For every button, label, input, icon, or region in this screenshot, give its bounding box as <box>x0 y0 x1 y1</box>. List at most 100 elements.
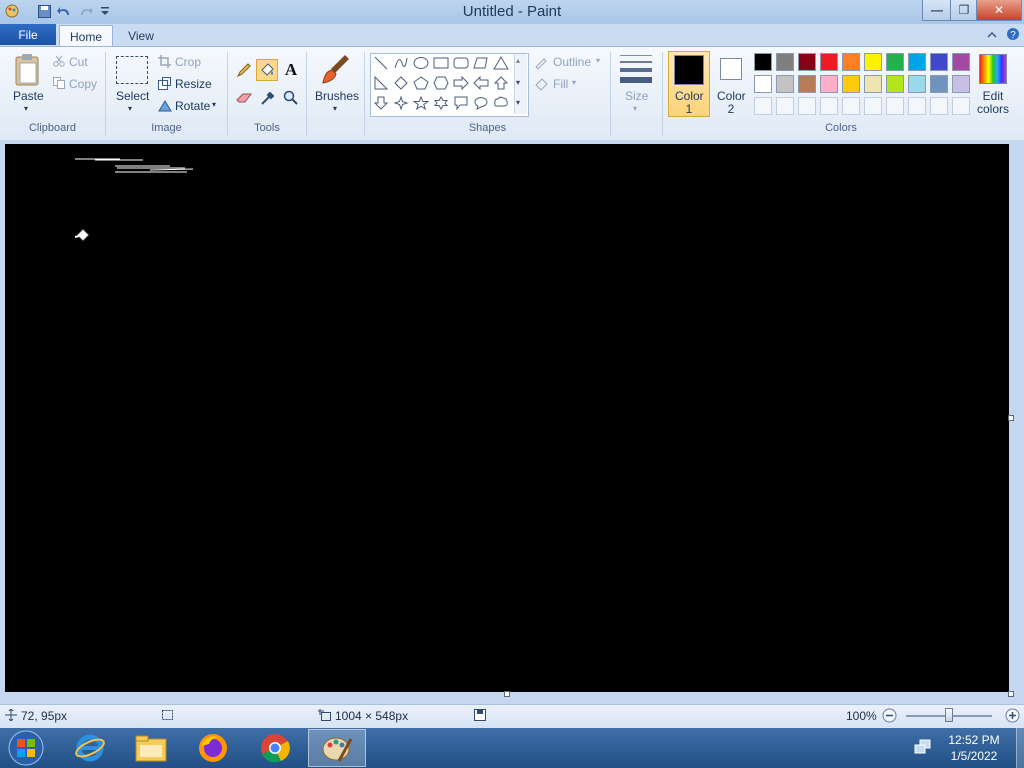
palette-color-swatch[interactable] <box>820 75 838 93</box>
palette-color-swatch[interactable] <box>754 75 772 93</box>
size-icon[interactable] <box>620 55 652 83</box>
shapes-expand-icon[interactable]: ▾ <box>516 98 520 107</box>
text-tool-icon[interactable]: A <box>281 60 301 80</box>
paste-dropdown-icon[interactable]: ▾ <box>24 104 28 113</box>
palette-color-swatch[interactable] <box>886 75 904 93</box>
select-icon[interactable] <box>116 56 148 84</box>
copy-icon[interactable] <box>53 77 65 92</box>
firefox-icon[interactable] <box>186 729 240 767</box>
custom-color-slot[interactable] <box>886 97 904 115</box>
close-button[interactable]: ✕ <box>976 0 1022 21</box>
select-button[interactable]: Select <box>116 89 149 103</box>
outline-dropdown-icon[interactable]: ▾ <box>596 56 600 65</box>
right-arrow-shape-icon[interactable] <box>452 74 470 92</box>
zoom-in-button[interactable] <box>1005 708 1020 726</box>
fill-dropdown-icon[interactable]: ▾ <box>572 78 576 87</box>
curve-shape-icon[interactable] <box>392 54 410 72</box>
chrome-icon[interactable] <box>248 729 302 767</box>
color2-swatch[interactable] <box>720 58 742 80</box>
oval-shape-icon[interactable] <box>412 54 430 72</box>
paint-taskbar-button[interactable] <box>308 729 366 767</box>
pentagon-shape-icon[interactable] <box>412 74 430 92</box>
brushes-icon[interactable] <box>318 52 352 88</box>
custom-color-slot[interactable] <box>864 97 882 115</box>
rotate-icon[interactable] <box>158 99 172 115</box>
palette-color-swatch[interactable] <box>864 75 882 93</box>
paste-button[interactable]: Paste <box>13 89 44 103</box>
rotate-button[interactable]: Rotate <box>175 99 210 113</box>
right-triangle-shape-icon[interactable] <box>372 74 390 92</box>
palette-color-swatch[interactable] <box>886 53 904 71</box>
palette-color-swatch[interactable] <box>820 53 838 71</box>
fill-with-color-icon[interactable] <box>256 59 278 81</box>
custom-color-slot[interactable] <box>754 97 772 115</box>
custom-color-slot[interactable] <box>776 97 794 115</box>
palette-color-swatch[interactable] <box>908 53 926 71</box>
rotate-dropdown-icon[interactable]: ▾ <box>212 100 216 109</box>
palette-color-swatch[interactable] <box>798 75 816 93</box>
palette-color-swatch[interactable] <box>864 53 882 71</box>
oval-callout-shape-icon[interactable] <box>472 94 490 112</box>
palette-color-swatch[interactable] <box>930 53 948 71</box>
zoom-out-button[interactable] <box>882 708 897 726</box>
minimize-button[interactable]: — <box>922 0 952 21</box>
cut-icon[interactable] <box>53 55 65 70</box>
paste-icon[interactable] <box>12 52 42 88</box>
maximize-button[interactable]: ❐ <box>950 0 978 21</box>
eraser-icon[interactable] <box>234 88 254 108</box>
down-arrow-shape-icon[interactable] <box>372 94 390 112</box>
minimize-ribbon-icon[interactable] <box>986 29 998 44</box>
brushes-button[interactable]: Brushes <box>315 89 359 103</box>
rectangle-shape-icon[interactable] <box>432 54 450 72</box>
canvas-resize-handle-bottom[interactable] <box>504 691 510 697</box>
rounded-callout-shape-icon[interactable] <box>452 94 470 112</box>
line-shape-icon[interactable] <box>372 54 390 72</box>
shapes-scroll-down-icon[interactable]: ▾ <box>516 78 520 87</box>
size-button[interactable]: Size <box>625 89 648 103</box>
palette-color-swatch[interactable] <box>952 53 970 71</box>
rounded-rectangle-shape-icon[interactable] <box>452 54 470 72</box>
color-picker-icon[interactable] <box>258 88 278 108</box>
brushes-dropdown-icon[interactable]: ▾ <box>333 104 337 113</box>
canvas-resize-handle-right[interactable] <box>1008 415 1014 421</box>
custom-color-slot[interactable] <box>908 97 926 115</box>
hexagon-shape-icon[interactable] <box>432 74 450 92</box>
help-icon[interactable]: ? <box>1006 27 1020 44</box>
canvas-resize-handle-corner[interactable] <box>1008 691 1014 697</box>
color1-swatch[interactable] <box>674 55 704 85</box>
edit-colors-icon[interactable] <box>979 54 1007 84</box>
custom-color-slot[interactable] <box>798 97 816 115</box>
magnifier-icon[interactable] <box>281 88 301 108</box>
six-point-star-shape-icon[interactable] <box>432 94 450 112</box>
five-point-star-shape-icon[interactable] <box>412 94 430 112</box>
palette-color-swatch[interactable] <box>754 53 772 71</box>
custom-color-slot[interactable] <box>930 97 948 115</box>
shapes-scroll-up-icon[interactable]: ▴ <box>516 56 520 65</box>
resize-button[interactable]: Resize <box>175 77 212 91</box>
custom-color-slot[interactable] <box>820 97 838 115</box>
palette-color-swatch[interactable] <box>842 53 860 71</box>
fill-button[interactable]: Fill <box>553 77 568 91</box>
resize-icon[interactable] <box>158 77 171 93</box>
tab-home[interactable]: Home <box>59 25 113 47</box>
cloud-callout-shape-icon[interactable] <box>492 94 510 112</box>
tab-view[interactable]: View <box>116 25 166 46</box>
palette-color-swatch[interactable] <box>776 75 794 93</box>
pencil-icon[interactable] <box>234 60 254 80</box>
palette-color-swatch[interactable] <box>842 75 860 93</box>
file-explorer-icon[interactable] <box>124 729 178 767</box>
tab-file[interactable]: File <box>0 24 56 45</box>
fill-icon[interactable] <box>534 77 548 94</box>
network-icon[interactable] <box>914 739 932 758</box>
crop-button[interactable]: Crop <box>175 55 201 69</box>
drawing-canvas[interactable] <box>5 144 1009 692</box>
select-dropdown-icon[interactable]: ▾ <box>128 104 132 113</box>
crop-icon[interactable] <box>158 55 171 71</box>
palette-color-swatch[interactable] <box>930 75 948 93</box>
left-arrow-shape-icon[interactable] <box>472 74 490 92</box>
four-point-star-shape-icon[interactable] <box>392 94 410 112</box>
palette-color-swatch[interactable] <box>798 53 816 71</box>
custom-color-slot[interactable] <box>842 97 860 115</box>
triangle-shape-icon[interactable] <box>492 54 510 72</box>
palette-color-swatch[interactable] <box>908 75 926 93</box>
